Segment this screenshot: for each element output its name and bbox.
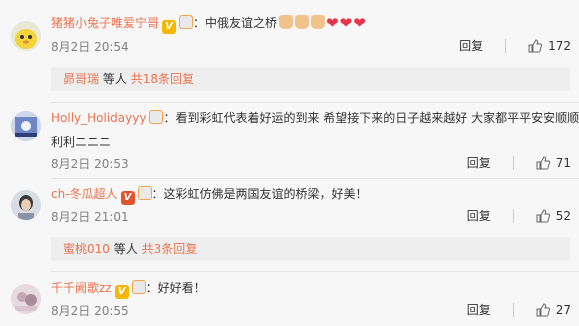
reply-button[interactable]: 回复	[467, 155, 491, 171]
thumbs-up-icon	[536, 303, 550, 317]
comment-content: Holly_Holidayyy ：看到彩虹代表着好运的到来 希望接下来的日子越来越…	[51, 110, 579, 126]
avatar[interactable]	[11, 21, 41, 51]
sub-reply-middle: 等人	[113, 242, 138, 256]
reply-button[interactable]: 回复	[467, 208, 491, 224]
sub-reply-bar[interactable]: 蜜桃010 等人 共3条回复	[51, 237, 570, 261]
thumb-emoji-icon	[295, 15, 310, 29]
comment-actions: 回复 27	[467, 302, 571, 318]
like-button[interactable]: 71	[536, 155, 571, 171]
avatar[interactable]	[11, 190, 41, 220]
medal-badge-icon	[149, 110, 164, 124]
comment-date: 8月2日 21:01	[51, 210, 129, 224]
divider	[51, 178, 579, 179]
sub-reply-middle: 等人	[102, 72, 127, 86]
avatar[interactable]	[11, 284, 41, 314]
heart-emoji-icon: ❤	[339, 14, 353, 32]
more-replies-link[interactable]: 共18条回复	[131, 72, 194, 86]
vip-badge-icon: V	[114, 285, 129, 299]
like-button[interactable]: 172	[528, 38, 571, 54]
comment-text: ：中俄友谊之桥	[193, 16, 278, 30]
thumb-emoji-icon	[311, 15, 326, 29]
more-replies-link[interactable]: 共3条回复	[142, 242, 198, 256]
divider	[512, 209, 514, 223]
sub-reply-user[interactable]: 蜜桃010	[63, 242, 110, 256]
divider	[512, 303, 514, 317]
comment-date: 8月2日 20:55	[51, 304, 129, 318]
comment-date: 8月2日 20:53	[51, 157, 129, 171]
thumb-emoji-icon	[279, 15, 294, 29]
heart-emoji-icon: ❤	[326, 14, 339, 32]
thumbs-up-icon	[536, 156, 550, 170]
thumbs-up-icon	[528, 39, 543, 53]
divider	[51, 271, 579, 272]
divider	[505, 39, 507, 53]
reply-button[interactable]: 回复	[467, 302, 491, 318]
like-count: 52	[555, 209, 571, 223]
comment-text: ：看到彩虹代表着好运的到来 希望接下来的日子越来越好 大家都平平安安顺顺	[163, 111, 579, 125]
comment-actions: 回复 71	[467, 155, 571, 171]
like-count: 27	[555, 303, 571, 317]
comment-text: ：这彩虹仿佛是两国友谊的桥梁，好美！	[151, 187, 368, 201]
thumbs-up-icon	[536, 209, 550, 223]
like-count: 172	[548, 39, 571, 53]
comment-list: 猪猪小兔子唯爱宁哥 V ：中俄友谊之桥 ❤❤❤ 8月2日 20:54 回复 172 昴…	[0, 0, 579, 326]
sub-reply-bar[interactable]: 昴哥瑞 等人 共18条回复	[51, 67, 570, 91]
avatar[interactable]	[11, 111, 41, 141]
comment-date: 8月2日 20:54	[51, 40, 129, 54]
comment-author[interactable]: Holly_Holidayyy	[51, 111, 146, 125]
vip-badge-icon: V	[162, 20, 177, 34]
reply-button[interactable]: 回复	[459, 38, 483, 54]
like-button[interactable]: 52	[536, 208, 571, 224]
vip-badge-icon: V	[120, 191, 135, 205]
comment-content: ch-冬瓜超人 V ：这彩虹仿佛是两国友谊的桥梁，好美！	[51, 186, 368, 205]
comment-actions: 回复 172	[459, 38, 571, 54]
like-count: 71	[555, 156, 571, 170]
sub-reply-user[interactable]: 昴哥瑞	[63, 72, 99, 86]
comment-content-line2: 利利ニニニ	[51, 134, 111, 150]
comment-content: 千千阙歌zz V ：好好看！	[51, 280, 206, 299]
comment-content: 猪猪小兔子唯爱宁哥 V ：中俄友谊之桥 ❤❤❤	[51, 15, 366, 34]
comment-author[interactable]: 千千阙歌zz	[51, 281, 112, 295]
medal-badge-icon	[131, 280, 146, 294]
like-button[interactable]: 27	[536, 302, 571, 318]
comment-actions: 回复 52	[467, 208, 571, 224]
medal-badge-icon	[179, 15, 194, 29]
divider	[51, 102, 579, 103]
comment-author[interactable]: ch-冬瓜超人	[51, 187, 118, 201]
comment-author[interactable]: 猪猪小兔子唯爱宁哥	[51, 16, 159, 30]
divider	[512, 156, 514, 170]
heart-emoji-icon: ❤	[353, 14, 366, 32]
comment-text: ：好好看！	[145, 281, 206, 295]
comment-text: 利利ニニニ	[51, 135, 112, 149]
medal-badge-icon	[137, 186, 152, 200]
